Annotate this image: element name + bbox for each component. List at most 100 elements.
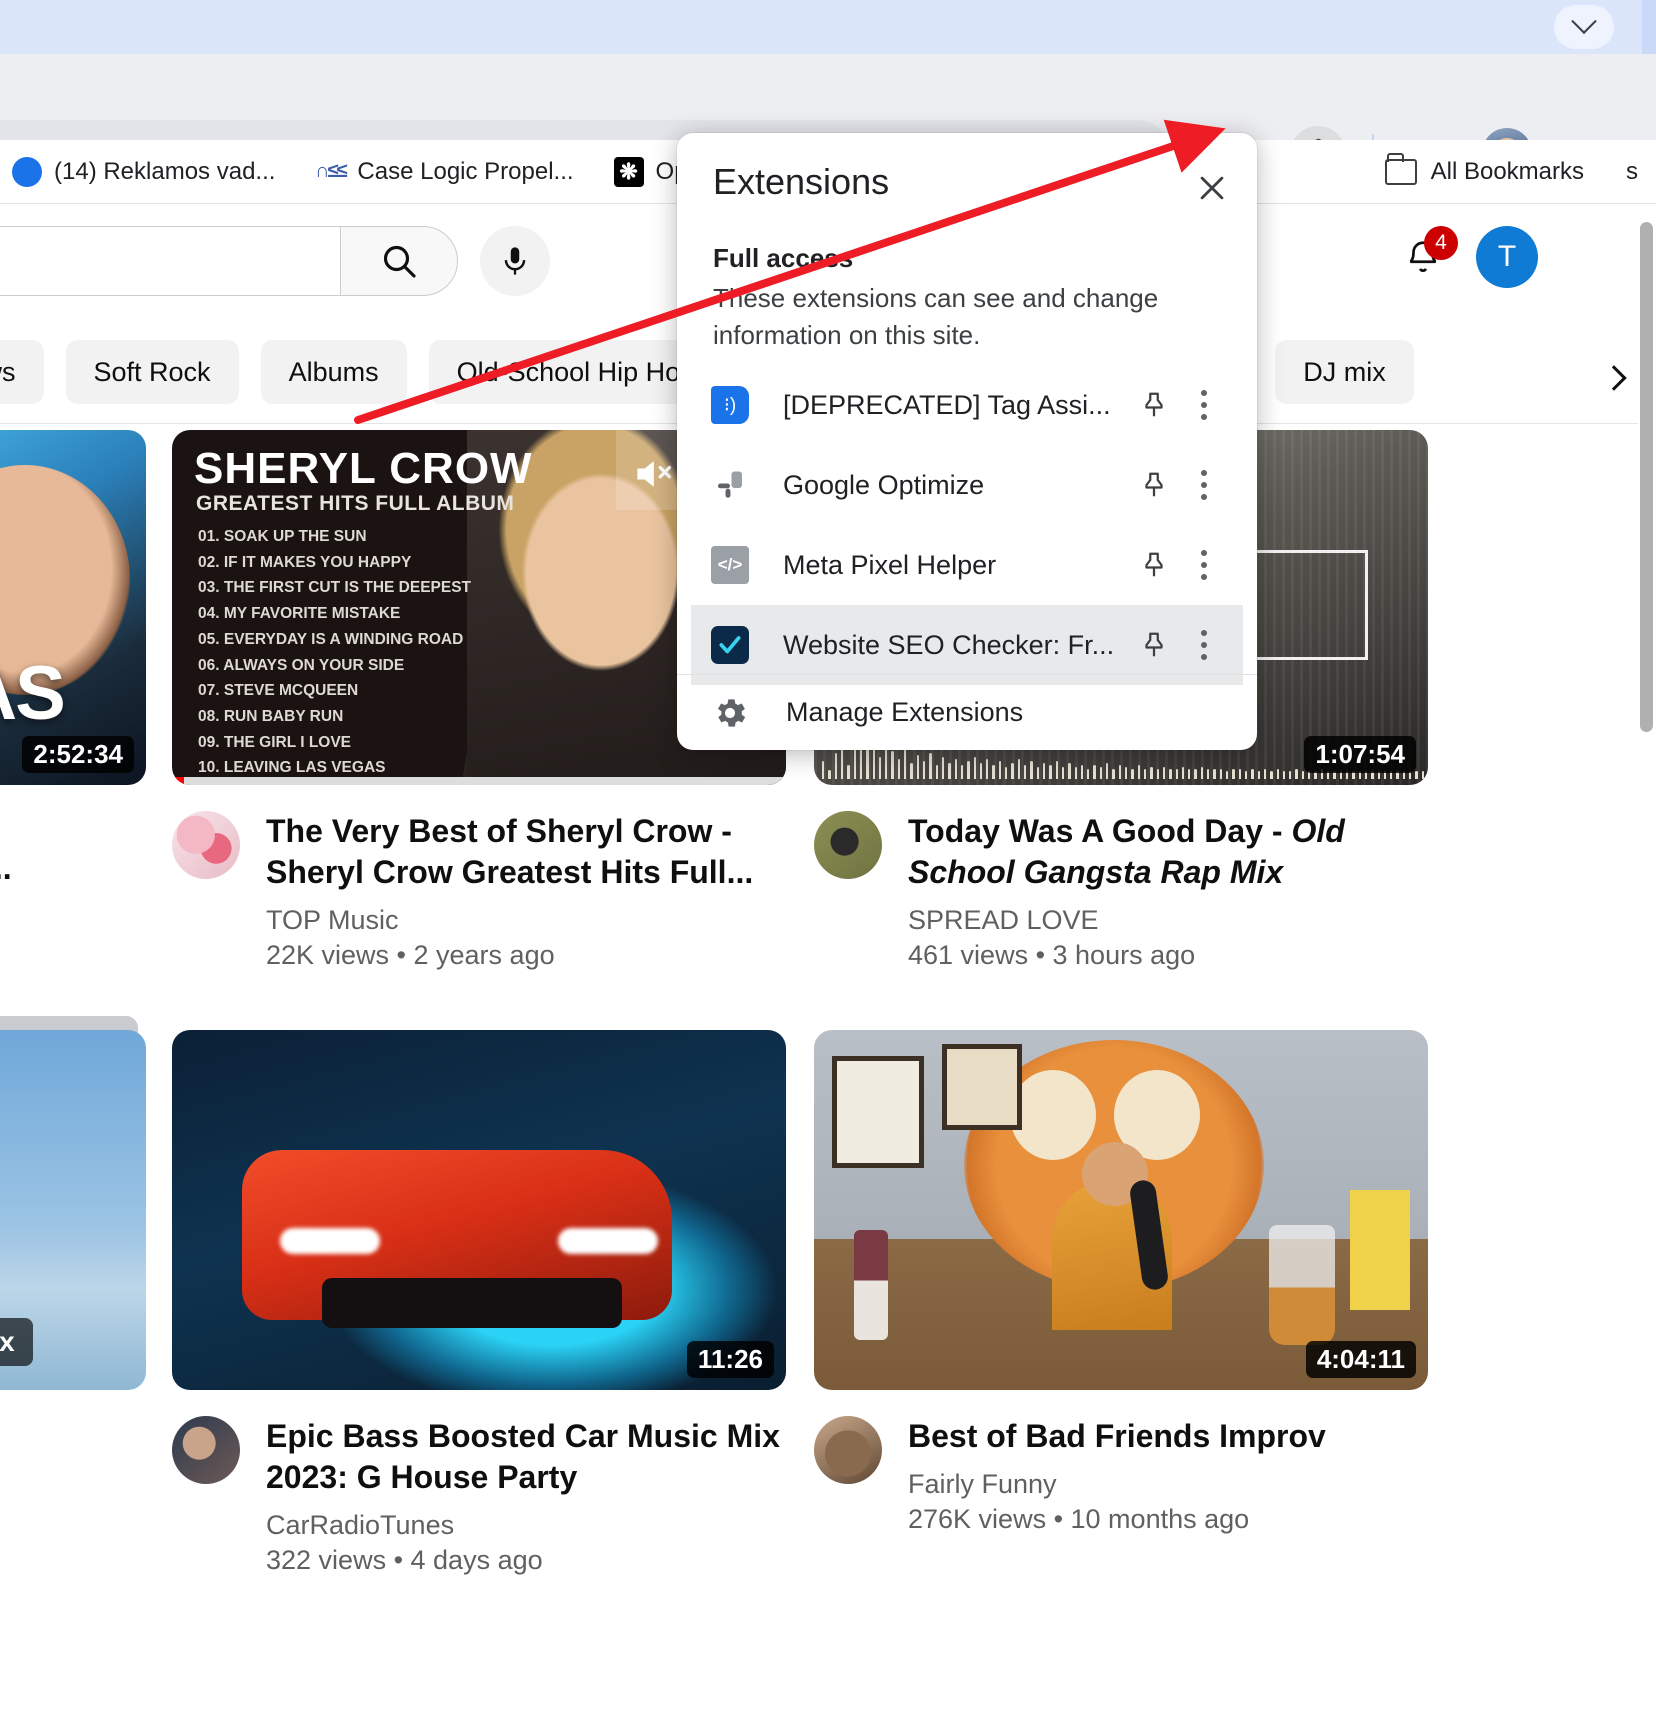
openai-favicon: ❋ — [613, 156, 644, 187]
filter-chip-soft-rock[interactable]: Soft Rock — [65, 340, 239, 404]
waveform-bar — [954, 759, 957, 779]
extension-options-icon[interactable] — [1179, 615, 1229, 675]
meta-pixel-helper-icon: </> — [711, 546, 749, 584]
bookmark-item[interactable]: ∩≤≤ Case Logic Propel... — [315, 156, 574, 187]
youtube-search-area — [0, 226, 550, 296]
chevron-down-icon — [1571, 8, 1597, 35]
waveform-bar — [1270, 771, 1273, 779]
filter-chip-albums[interactable]: Albums — [260, 340, 407, 404]
thumb-subheading: GREATEST HITS FULL ALBUM — [196, 492, 515, 515]
video-title[interactable]: Today Was A Good Day - Old School Gangst… — [908, 811, 1428, 893]
waveform-bar — [986, 759, 989, 779]
video-duration: 2:52:34 — [22, 736, 134, 773]
channel-avatar[interactable] — [814, 811, 882, 879]
manage-extensions-label: Manage Extensions — [786, 697, 1024, 727]
section-description: These extensions can see and change info… — [713, 283, 1159, 350]
tracklist-item: 03. THE FIRST CUT IS THE DEEPEST — [198, 579, 472, 597]
extension-item-website-seo-checker[interactable]: Website SEO Checker: Fr... — [691, 605, 1243, 685]
video-card[interactable]: 4:04:11 Best of Bad Friends Improv Fairl… — [814, 1030, 1428, 1535]
extension-options-icon[interactable] — [1179, 455, 1229, 515]
gear-icon — [717, 698, 746, 727]
channel-avatar[interactable] — [172, 811, 240, 879]
video-duration: 11:26 — [686, 1341, 774, 1378]
waveform-bar — [1282, 771, 1286, 779]
waveform-bar — [1415, 771, 1418, 779]
extension-options-icon[interactable] — [1179, 535, 1229, 595]
waveform-bar — [1219, 769, 1222, 779]
video-card[interactable]: Mix — [0, 1016, 146, 1390]
video-meta: Today Was A Good Day - Old School Gangst… — [814, 811, 1428, 971]
page-scrollbar-thumb[interactable] — [1640, 222, 1653, 732]
extension-item-meta-pixel-helper[interactable]: </> Meta Pixel Helper — [691, 525, 1243, 605]
video-channel[interactable]: TOP Music — [266, 905, 786, 936]
waveform-bar — [998, 761, 1002, 779]
pin-icon[interactable] — [1129, 540, 1179, 590]
waveform-bar — [1188, 769, 1191, 779]
case-logic-favicon: ∩≤≤ — [315, 156, 348, 187]
filter-chip-news[interactable]: News — [0, 340, 44, 404]
youtube-account-avatar[interactable]: T — [1476, 226, 1538, 288]
tab-strip-edge — [1642, 0, 1656, 54]
youtube-header-actions: 4 T — [1396, 226, 1538, 288]
seo-checker-icon — [711, 626, 749, 664]
waveform-bar — [1289, 771, 1292, 779]
waveform-bar — [1118, 765, 1121, 779]
extension-item-google-optimize[interactable]: Google Optimize — [691, 445, 1243, 525]
video-title[interactable]: Best of Bad Friends Improv — [908, 1416, 1326, 1457]
filter-chip-dj-mix[interactable]: DJ mix — [1275, 340, 1414, 404]
channel-avatar[interactable] — [172, 1416, 240, 1484]
video-card[interactable]: 11:26 Epic Bass Boosted Car Music Mix 20… — [172, 1030, 786, 1576]
manage-extensions-button[interactable]: Manage Extensions — [677, 675, 1257, 750]
waveform-bar — [1421, 771, 1424, 779]
waveform-bar — [1049, 765, 1052, 779]
waveform-bar — [1061, 767, 1065, 779]
video-title[interactable]: The Very Best of Sheryl Crow - Sheryl Cr… — [266, 811, 786, 893]
video-channel[interactable]: SPREAD LOVE — [908, 905, 1428, 936]
pin-icon[interactable] — [1129, 620, 1179, 670]
waveform-bar — [1156, 769, 1159, 779]
waveform-bar — [1030, 761, 1033, 779]
youtube-favicon — [12, 156, 42, 187]
waveform-bar — [1251, 769, 1254, 779]
video-thumbnail[interactable]: 4:04:11 — [814, 1030, 1428, 1390]
extension-name: Meta Pixel Helper — [783, 549, 997, 580]
video-duration: 4:04:11 — [1305, 1341, 1416, 1378]
bookmarks-overflow[interactable]: s — [1626, 158, 1638, 186]
notifications-button[interactable]: 4 — [1396, 226, 1458, 284]
waveform-bar — [1087, 769, 1090, 779]
chips-next-button[interactable] — [1592, 356, 1636, 400]
browser-toolbar — [0, 54, 1656, 182]
tab-search-chevron-button[interactable] — [1554, 5, 1614, 49]
video-thumbnail[interactable]: 11:26 — [172, 1030, 786, 1390]
folder-icon — [1384, 152, 1417, 185]
waveform-bar — [1213, 769, 1216, 779]
video-title[interactable]: Epic Bass Boosted Car Music Mix 2023: G … — [266, 1416, 786, 1498]
video-title[interactable]: s Rifas... — [0, 848, 12, 889]
video-channel[interactable]: Fairly Funny — [908, 1469, 1326, 1500]
video-thumbnail[interactable]: AS 2:52:34 — [0, 430, 146, 785]
waveform-bar — [822, 761, 825, 779]
video-channel[interactable]: CarRadioTunes — [266, 1510, 786, 1541]
waveform-bar — [1244, 771, 1248, 779]
all-bookmarks-button[interactable]: All Bookmarks — [1384, 152, 1584, 186]
extension-item-tag-assistant[interactable]: ⁝) [DEPRECATED] Tag Assi... — [691, 365, 1243, 445]
waveform-bar — [1143, 769, 1147, 779]
muted-volume-icon[interactable] — [630, 452, 674, 501]
pin-icon[interactable] — [1129, 460, 1179, 510]
extension-name: [DEPRECATED] Tag Assi... — [783, 389, 1111, 420]
waveform-bar — [828, 770, 831, 779]
video-card[interactable]: AS 2:52:34 s Rifas... — [0, 430, 146, 889]
voice-search-button[interactable] — [480, 226, 550, 296]
search-icon — [383, 245, 416, 278]
pin-icon[interactable] — [1129, 380, 1179, 430]
video-thumbnail[interactable]: Mix — [0, 1030, 146, 1390]
waveform-bar — [1276, 769, 1279, 779]
bookmark-item[interactable]: (14) Reklamos vad... — [12, 156, 275, 187]
waveform-bar — [1295, 769, 1298, 779]
search-button[interactable] — [340, 226, 458, 296]
search-input[interactable] — [0, 226, 340, 296]
channel-avatar[interactable] — [814, 1416, 882, 1484]
close-icon[interactable] — [1189, 165, 1235, 211]
waveform-bar — [935, 765, 938, 779]
extension-options-icon[interactable] — [1179, 375, 1229, 435]
